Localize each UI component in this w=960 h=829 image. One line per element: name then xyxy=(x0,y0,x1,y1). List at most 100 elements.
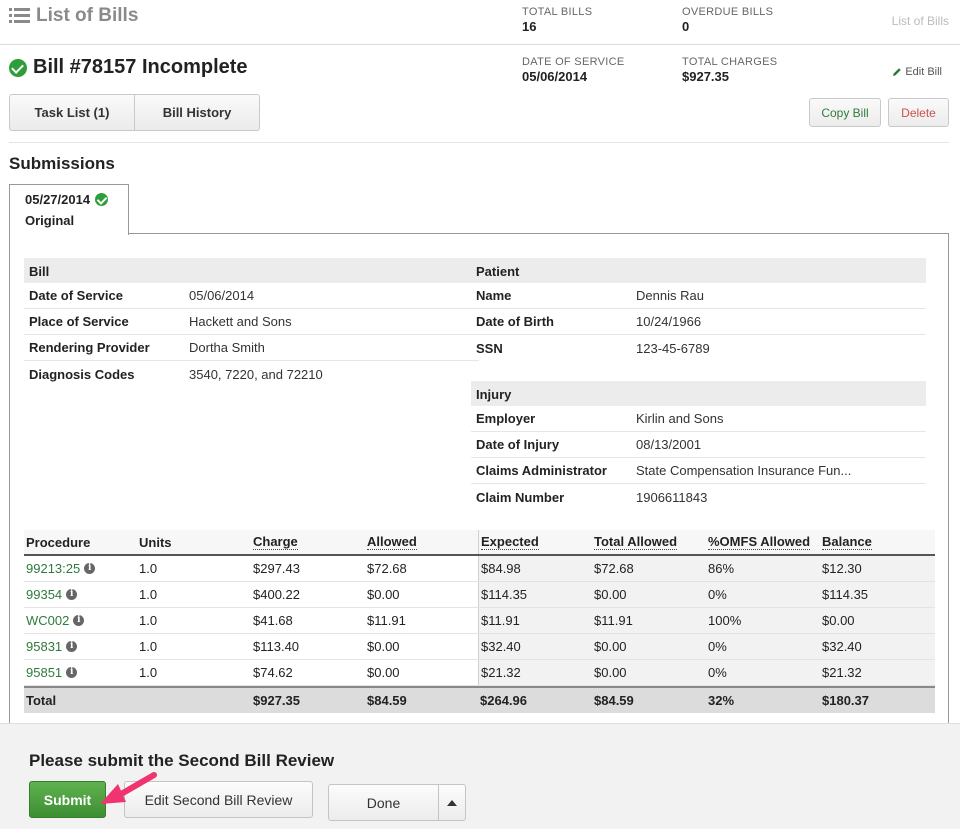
procedure-code-link[interactable]: 99213:25 xyxy=(26,561,80,576)
info-icon[interactable]: i xyxy=(66,667,78,678)
column-header[interactable]: Charge xyxy=(253,534,298,550)
pencil-icon xyxy=(893,68,902,76)
action-message: Please submit the Second Bill Review xyxy=(29,751,335,770)
column-header: Procedure xyxy=(26,534,91,550)
info-value: Kirlin and Sons xyxy=(636,411,724,426)
total-cell: $84.59 xyxy=(367,693,407,708)
top-bar: List of Bills TOTAL BILLS 16 OVERDUE BIL… xyxy=(0,0,960,45)
column-header[interactable]: Allowed xyxy=(367,534,417,550)
table-cell: $0.00 xyxy=(592,660,706,685)
table-cell: $74.62 xyxy=(253,665,293,680)
info-key: Diagnosis Codes xyxy=(29,366,135,382)
column-header[interactable]: Balance xyxy=(822,534,872,550)
done-button[interactable]: Done xyxy=(328,784,439,821)
table-row: 95831 i 1.0 $113.40 $0.00 $32.40 $0.00 0%… xyxy=(24,634,935,660)
table-cell: 0% xyxy=(706,634,820,659)
info-key: Place of Service xyxy=(29,314,129,329)
total-cell: $84.59 xyxy=(594,693,634,708)
check-circle-icon xyxy=(95,193,109,206)
delete-button[interactable]: Delete xyxy=(888,98,949,127)
table-cell: 86% xyxy=(706,556,820,581)
info-icon[interactable]: i xyxy=(66,641,78,652)
submission-tab-original[interactable]: 05/27/2014 Original xyxy=(9,184,129,235)
table-cell: 1.0 xyxy=(139,665,158,680)
table-cell: $400.22 xyxy=(253,587,300,602)
bill-history-button[interactable]: Bill History xyxy=(135,94,260,131)
total-cell xyxy=(137,688,251,713)
submit-button[interactable]: Submit xyxy=(29,781,106,818)
info-value: 3540, 7220, and 72210 xyxy=(189,366,323,382)
total-bills-value: 16 xyxy=(522,19,537,34)
overdue-bills-value: 0 xyxy=(682,19,690,34)
table-cell: $0.00 xyxy=(367,665,400,680)
table-cell: $0.00 xyxy=(592,634,706,659)
table-cell: $41.68 xyxy=(253,613,293,628)
table-cell: 0% xyxy=(706,660,820,685)
divider xyxy=(9,142,949,143)
procedure-code-link[interactable]: 95831 xyxy=(26,639,62,654)
table-cell: 1.0 xyxy=(139,613,158,628)
info-value: 10/24/1966 xyxy=(636,314,702,329)
edit-bill-link[interactable]: Edit Bill xyxy=(892,66,942,78)
procedure-code-link[interactable]: WC002 xyxy=(26,613,69,628)
info-icon[interactable]: i xyxy=(73,615,85,626)
table-cell: 1.0 xyxy=(139,639,158,654)
table-cell: 1.0 xyxy=(139,561,158,576)
procedure-table: Procedure Units Charge Allowed Expected … xyxy=(24,530,935,713)
table-cell: $0.00 xyxy=(367,587,400,602)
table-cell: $113.40 xyxy=(253,639,300,654)
annotation-arrow-icon xyxy=(100,772,157,804)
info-value: 08/13/2001 xyxy=(636,437,702,452)
table-cell: $32.40 xyxy=(820,634,935,659)
table-row: 99213:25 i 1.0 $297.43 $72.68 $84.98 $72.… xyxy=(24,556,935,582)
procedure-code-link[interactable]: 95851 xyxy=(26,665,62,680)
info-value: Dennis Rau xyxy=(636,288,704,303)
info-key: Date of Injury xyxy=(476,437,560,452)
info-value: 05/06/2014 xyxy=(189,288,255,303)
column-header[interactable]: %OMFS Allowed xyxy=(708,534,811,550)
bill-info-header: Bill xyxy=(24,258,479,283)
table-cell: $21.32 xyxy=(820,660,935,685)
info-value: Dortha Smith xyxy=(189,340,265,355)
total-row: Total $927.35 $84.59 $264.96 $84.59 32% … xyxy=(24,686,935,713)
column-header: Units xyxy=(139,534,172,550)
bill-tab-buttons: Task List (1) Bill History xyxy=(9,94,260,131)
caret-up-icon xyxy=(447,799,457,806)
check-circle-icon xyxy=(9,58,27,77)
table-cell: $11.91 xyxy=(367,613,406,628)
list-icon xyxy=(9,7,30,24)
info-row: Claims Administrator State Compensation I… xyxy=(471,458,926,484)
table-cell: $0.00 xyxy=(592,582,706,607)
info-key: Date of Birth xyxy=(476,314,554,329)
submissions-title: Submissions xyxy=(9,154,115,173)
table-cell: 0% xyxy=(706,582,820,607)
table-cell: $21.32 xyxy=(478,660,592,685)
task-list-button[interactable]: Task List (1) xyxy=(9,94,135,131)
info-row: SSN 123-45-6789 xyxy=(471,335,926,361)
total-cell: Total xyxy=(26,693,57,708)
bill-title-row: Bill #78157 Incomplete xyxy=(9,56,248,79)
table-cell: $32.40 xyxy=(478,634,592,659)
info-value: 1906611843 xyxy=(636,489,708,505)
info-icon[interactable]: i xyxy=(84,563,96,574)
done-dropdown-toggle[interactable] xyxy=(438,784,466,821)
total-cell: $927.35 xyxy=(253,693,300,708)
table-cell: 100% xyxy=(706,608,820,633)
submission-tab-date: 05/27/2014 xyxy=(25,192,91,207)
total-charges-label: TOTAL CHARGES xyxy=(682,56,778,68)
edit-bill-label: Edit Bill xyxy=(905,66,942,78)
info-row: Diagnosis Codes 3540, 7220, and 72210 xyxy=(24,361,479,387)
procedure-code-link[interactable]: 99354 xyxy=(26,587,62,602)
patient-info-header: Patient xyxy=(471,258,926,283)
info-icon[interactable]: i xyxy=(66,589,78,600)
column-header[interactable]: Total Allowed xyxy=(594,534,678,550)
info-key: Claim Number xyxy=(476,489,565,505)
table-cell: $0.00 xyxy=(820,608,935,633)
breadcrumb-list-of-bills[interactable]: List of Bills xyxy=(892,14,949,28)
info-row: Date of Birth 10/24/1966 xyxy=(471,309,926,335)
info-row: Place of Service Hackett and Sons xyxy=(24,309,479,335)
total-bills-label: TOTAL BILLS xyxy=(522,6,593,18)
column-header[interactable]: Expected xyxy=(481,534,539,550)
info-row: Name Dennis Rau xyxy=(471,283,926,309)
copy-bill-button[interactable]: Copy Bill xyxy=(809,98,881,127)
